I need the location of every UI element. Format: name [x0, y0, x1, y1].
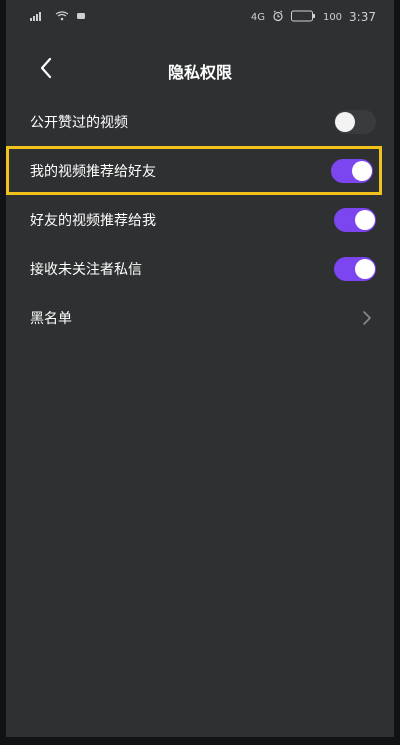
friends-videos-recommended-toggle[interactable] [334, 207, 376, 232]
setting-row-recommend-my-videos[interactable]: 我的视频推荐给好友 [6, 146, 382, 195]
setting-label: 接收未关注者私信 [30, 261, 142, 278]
status-right: 4G 100 3:37 [251, 10, 376, 25]
setting-row-public-liked-videos[interactable]: 公开赞过的视频 [6, 97, 394, 146]
app-header: 隐私权限 [6, 48, 394, 92]
signal-icon [30, 11, 48, 24]
wifi-icon [55, 10, 69, 24]
receive-messages-toggle[interactable] [334, 256, 376, 281]
setting-row-receive-messages[interactable]: 接收未关注者私信 [6, 244, 394, 293]
toggle-knob [335, 111, 355, 132]
toggle-knob [352, 160, 372, 181]
notification-icon [76, 11, 86, 24]
setting-label: 公开赞过的视频 [30, 114, 128, 131]
status-bar: 4G 100 3:37 [6, 0, 394, 34]
toggle-knob [355, 258, 375, 279]
recommend-my-videos-toggle[interactable] [331, 158, 373, 183]
status-left [30, 10, 86, 24]
setting-row-blacklist[interactable]: 黑名单 [6, 293, 394, 342]
public-liked-videos-toggle[interactable] [334, 109, 376, 134]
page-title: 隐私权限 [167, 63, 232, 82]
chevron-right-icon [358, 309, 376, 327]
setting-row-friends-videos-recommended[interactable]: 好友的视频推荐给我 [6, 195, 394, 244]
status-time: 3:37 [349, 10, 376, 24]
setting-label: 我的视频推荐给好友 [30, 163, 156, 180]
network-type-label: 4G [250, 11, 265, 23]
phone-screen: 4G 100 3:37 隐私权限 公开赞过的视频 我的视频推荐给好友 好友的视频… [0, 0, 400, 745]
battery-percent: 100 [322, 11, 343, 23]
battery-icon [290, 10, 316, 25]
toggle-knob [355, 209, 375, 230]
setting-label: 好友的视频推荐给我 [30, 212, 156, 229]
setting-label: 黑名单 [30, 310, 72, 327]
alarm-icon [272, 10, 284, 25]
privacy-settings-list: 公开赞过的视频 我的视频推荐给好友 好友的视频推荐给我 接收未关注者私信 黑名单 [6, 97, 394, 342]
